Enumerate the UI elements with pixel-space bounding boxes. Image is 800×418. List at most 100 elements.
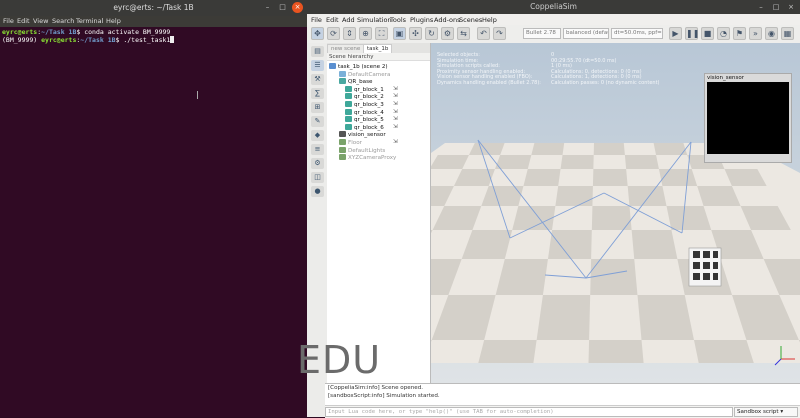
precision-select[interactable]: balanced (defau [563,28,609,39]
video-recorder-icon[interactable]: ● [311,186,324,197]
script-icon[interactable]: ⇲ [393,93,398,99]
hierarchy-item-label: qr_block_6 [354,124,384,131]
object-type-icon [339,70,346,77]
menu-edit[interactable]: Edit [326,16,339,24]
selection-icon[interactable]: ◫ [311,172,324,183]
script-icon[interactable]: ⇲ [393,86,398,92]
lua-command-input[interactable]: Input Lua code here, or type "help()" (u… [325,407,733,417]
physics-engine-select[interactable]: Bullet 2.78 [523,28,561,39]
maximize-icon[interactable]: □ [277,2,288,13]
shapes-icon[interactable]: ◆ [311,130,324,141]
object-type-icon [339,154,346,161]
timestep-select[interactable]: dt=50.0ms, ppf=1 [611,28,663,39]
realtime-icon[interactable]: ◔ [717,27,730,40]
camera-rotate-icon[interactable]: ⟳ [327,27,340,40]
object-type-icon [339,139,346,145]
menu-help[interactable]: Help [106,17,121,25]
visualization-icon[interactable]: ◉ [765,27,778,40]
chevron-down-icon: ▾ [780,409,784,415]
layers-icon[interactable]: ≡ [311,144,324,155]
menu-edit[interactable]: Edit [17,17,30,25]
terminal-output[interactable]: eyrc@erts:~/Task 1B$ conda activate BM_9… [2,28,302,44]
command-bar: Input Lua code here, or type "help()" (u… [325,405,800,418]
close-icon[interactable]: × [786,2,796,12]
vision-sensor-view[interactable]: vision_sensor [704,73,792,163]
hierarchy-item-label: XYZCameraProxy [348,155,397,162]
menu-file[interactable]: File [3,17,14,25]
camera-fit-icon[interactable]: ⛶ [375,27,388,40]
stop-icon[interactable]: ■ [701,27,714,40]
camera-shift-icon[interactable]: ⇕ [343,27,356,40]
text-cursor [170,36,175,43]
script-select[interactable]: Sandbox script ▾ [734,407,798,417]
menu-view[interactable]: View [33,17,48,25]
terminal-menubar: File Edit View Search Terminal Help [0,16,307,27]
minimize-icon[interactable]: – [262,2,273,13]
vision-sensor-image [707,82,789,154]
scene-view-icon[interactable]: ▦ [781,27,794,40]
maximize-icon[interactable]: □ [771,2,781,12]
collections-icon[interactable]: ⊞ [311,102,324,113]
camera-pan-icon[interactable]: ✥ [311,27,324,40]
object-type-icon [345,123,352,130]
user-settings-icon[interactable]: ⚙ [311,158,324,169]
coppelia-toolbar: ✥ ⟳ ⇕ ⊕ ⛶ ▣ ✣ ↻ ⚙ ⇆ ↶ ↷ Bullet 2.78 bala… [307,25,800,44]
hierarchy-item-label: QR_base [348,79,373,86]
scene-hierarchy-panel: new scene task_1b Scene hierarchy task_1… [327,43,431,383]
camera-zoom-icon[interactable]: ⊕ [359,27,372,40]
object-type-icon [345,93,352,100]
scene-hierarchy-icon[interactable]: ☰ [311,60,324,71]
console-line: [CoppeliaSim:info] Scene opened. [328,385,424,391]
edu-watermark: EDU [297,338,382,382]
hierarchy-item-label: DefaultCamera [348,71,391,78]
object-type-icon [345,108,352,115]
object-rotate-icon[interactable]: ↻ [425,27,438,40]
mouse-ibeam-icon [197,91,201,99]
hierarchy-item-label: DefaultLights [348,147,386,154]
menu-scenes[interactable]: Scenes [459,16,482,24]
menu-addons[interactable]: Add-ons [434,16,461,24]
redo-icon[interactable]: ↷ [493,27,506,40]
coppelia-title: CoppeliaSim [530,2,577,11]
menu-simulation[interactable]: Simulation [357,16,392,24]
status-console[interactable]: [CoppeliaSim:info] Scene opened. [sandbo… [325,383,800,406]
object-type-icon [345,85,352,92]
qr-blocks [688,247,722,287]
object-type-icon [345,116,352,123]
script-icon[interactable]: ⇲ [393,124,398,130]
terminal-line: (BM_9999) eyrc@erts:~/Task 1B$ ./test_ta… [2,36,302,44]
hierarchy-item-label: qr_block_1 [354,86,384,93]
hierarchy-item-label: task_1b (scene 2) [338,64,388,70]
vehicle-icon[interactable]: ⚑ [733,27,746,40]
scripts-icon[interactable]: ✎ [311,116,324,127]
scene-tabs: new scene task_1b [327,43,430,54]
faster-icon[interactable]: » [749,27,762,40]
model-browser-icon[interactable]: ▤ [311,46,324,57]
menu-file[interactable]: File [311,16,322,24]
undo-icon[interactable]: ↶ [477,27,490,40]
pause-icon[interactable]: ❚❚ [685,27,699,40]
menu-search[interactable]: Search [52,17,74,25]
calculation-modules-icon[interactable]: ∑ [311,88,324,99]
object-properties-icon[interactable]: ⚒ [311,74,324,85]
hierarchy-item-label: qr_block_5 [354,117,384,124]
close-icon[interactable]: × [292,2,303,13]
vision-sensor-label: vision_sensor [707,75,745,81]
menu-add[interactable]: Add [342,16,355,24]
script-icon[interactable]: ⇲ [393,116,398,122]
play-icon[interactable]: ▶ [669,27,682,40]
menu-terminal[interactable]: Terminal [76,17,103,25]
object-type-icon [339,146,346,153]
assembly-icon[interactable]: ⚙ [441,27,454,40]
object-shift-icon[interactable]: ✣ [409,27,422,40]
transfer-dna-icon[interactable]: ⇆ [457,27,470,40]
object-select-icon[interactable]: ▣ [393,27,406,40]
menu-tools[interactable]: Tools [390,16,406,24]
script-icon[interactable]: ⇲ [393,101,398,107]
minimize-icon[interactable]: – [756,2,766,12]
script-icon[interactable]: ⇲ [393,139,398,145]
menu-plugins[interactable]: Plugins [410,16,433,24]
hierarchy-item[interactable]: XYZCameraProxy [339,154,396,162]
menu-help[interactable]: Help [482,16,497,24]
script-icon[interactable]: ⇲ [393,109,398,115]
